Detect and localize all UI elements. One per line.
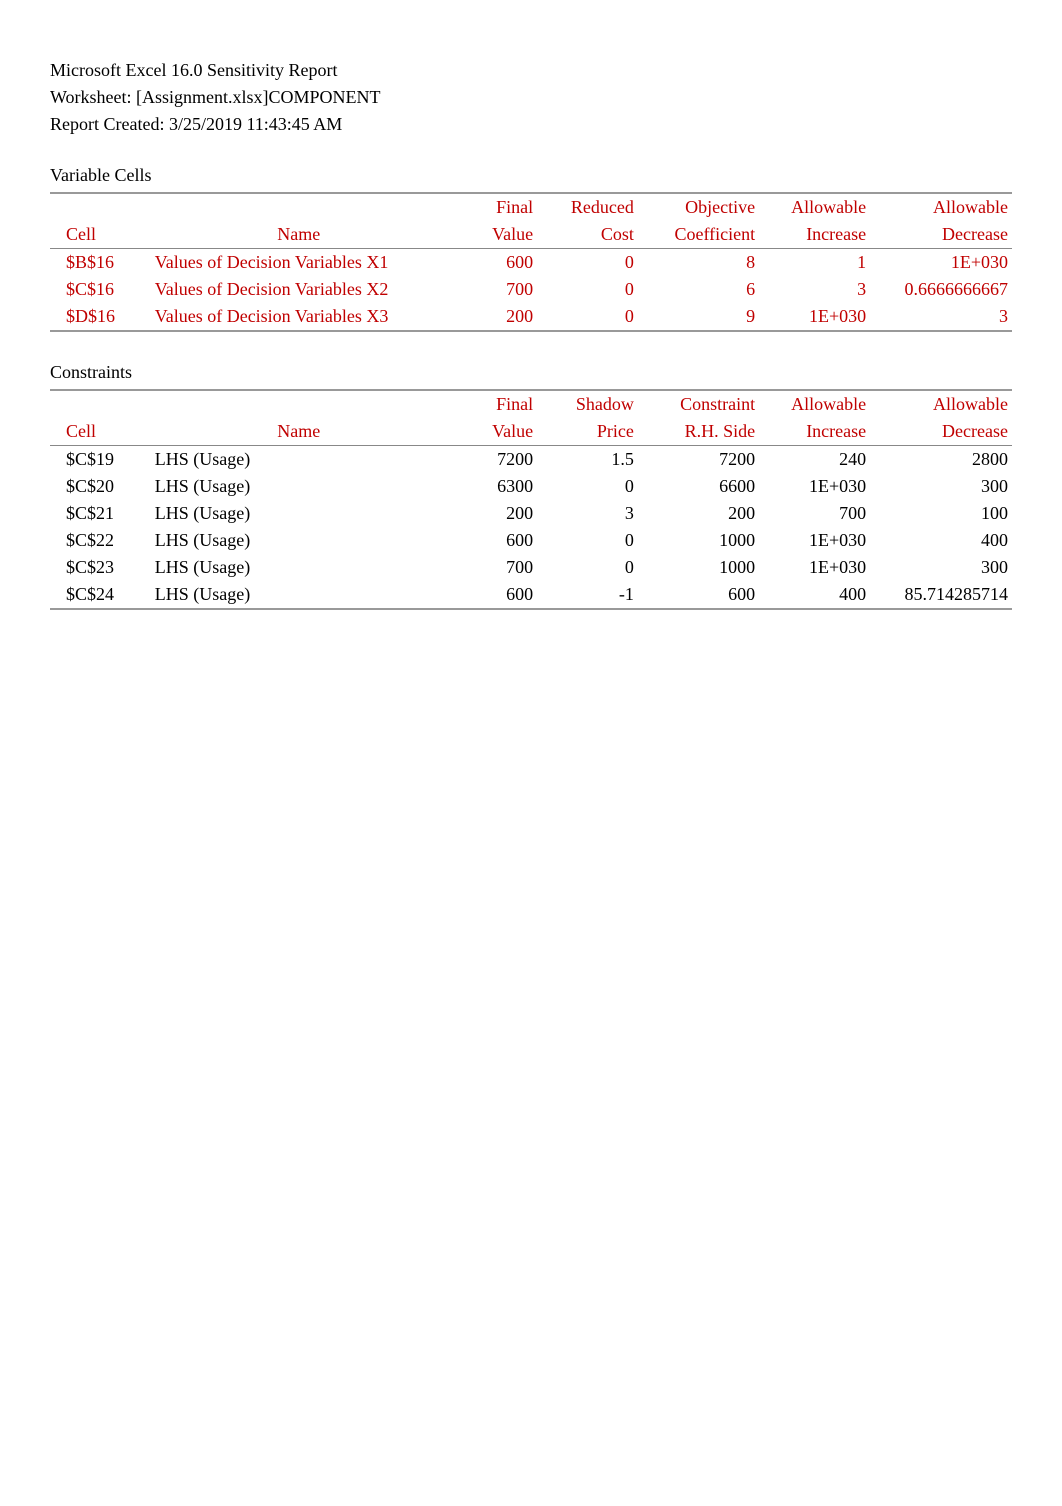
report-created: Report Created: 3/25/2019 11:43:45 AM [50,114,1012,135]
c-inc: 700 [759,500,870,527]
variable-cells-table: Final Reduced Objective Allowable Allowa… [50,192,1012,332]
c-cell: $C$24 [50,581,151,609]
c-rhs: 600 [638,581,759,609]
c-head-shadow: Shadow [537,390,638,418]
vc-inc: 3 [759,276,870,303]
c-inc: 240 [759,446,870,474]
vc-dec: 0.6666666667 [870,276,1012,303]
vc-reduced: 0 [537,303,638,331]
c-final: 600 [447,581,537,609]
vc-final: 600 [447,249,537,277]
c-dec: 100 [870,500,1012,527]
c-cell: $C$23 [50,554,151,581]
c-name: LHS (Usage) [151,473,447,500]
vc-head-value: Value [447,221,537,249]
vc-head-final: Final [447,193,537,221]
vc-cell: $B$16 [50,249,151,277]
c-cell: $C$21 [50,500,151,527]
vc-head-cell: Cell [50,221,151,249]
c-cell: $C$20 [50,473,151,500]
c-inc: 400 [759,581,870,609]
c-rhs: 1000 [638,554,759,581]
vc-obj: 6 [638,276,759,303]
worksheet-name: Worksheet: [Assignment.xlsx]COMPONENT [50,87,1012,108]
c-head-cell: Cell [50,418,151,446]
c-inc: 1E+030 [759,473,870,500]
c-name: LHS (Usage) [151,581,447,609]
vc-cell: $D$16 [50,303,151,331]
c-cell: $C$19 [50,446,151,474]
c-dec: 300 [870,473,1012,500]
c-shadow: 0 [537,554,638,581]
c-inc: 1E+030 [759,527,870,554]
vc-name: Values of Decision Variables X3 [151,303,447,331]
c-name: LHS (Usage) [151,527,447,554]
c-shadow: 3 [537,500,638,527]
constraints-title: Constraints [50,362,1012,383]
c-name: LHS (Usage) [151,446,447,474]
c-shadow: 0 [537,527,638,554]
vc-final: 700 [447,276,537,303]
vc-inc: 1 [759,249,870,277]
vc-head-name: Name [151,221,447,249]
c-head-decrease: Decrease [870,418,1012,446]
vc-head-reduced: Reduced [537,193,638,221]
c-final: 600 [447,527,537,554]
report-title: Microsoft Excel 16.0 Sensitivity Report [50,60,1012,81]
c-final: 700 [447,554,537,581]
c-rhs: 7200 [638,446,759,474]
c-head-constraint: Constraint [638,390,759,418]
c-name: LHS (Usage) [151,500,447,527]
c-dec: 85.714285714 [870,581,1012,609]
vc-obj: 8 [638,249,759,277]
vc-head-objective: Objective [638,193,759,221]
vc-dec: 3 [870,303,1012,331]
c-shadow: 0 [537,473,638,500]
c-rhs: 1000 [638,527,759,554]
vc-head-decrease: Decrease [870,221,1012,249]
vc-head-allowable-inc: Allowable [759,193,870,221]
vc-cell: $C$16 [50,276,151,303]
c-inc: 1E+030 [759,554,870,581]
c-dec: 300 [870,554,1012,581]
c-rhs: 200 [638,500,759,527]
constraints-table: Final Shadow Constraint Allowable Allowa… [50,389,1012,610]
c-head-allowable-dec: Allowable [870,390,1012,418]
vc-reduced: 0 [537,276,638,303]
c-head-rhs: R.H. Side [638,418,759,446]
c-head-final: Final [447,390,537,418]
c-dec: 400 [870,527,1012,554]
vc-head-increase: Increase [759,221,870,249]
c-dec: 2800 [870,446,1012,474]
vc-inc: 1E+030 [759,303,870,331]
vc-head-coeff: Coefficient [638,221,759,249]
c-shadow: -1 [537,581,638,609]
c-head-value: Value [447,418,537,446]
vc-head-cost: Cost [537,221,638,249]
vc-dec: 1E+030 [870,249,1012,277]
c-name: LHS (Usage) [151,554,447,581]
c-final: 200 [447,500,537,527]
c-rhs: 6600 [638,473,759,500]
vc-head-allowable-dec: Allowable [870,193,1012,221]
c-head-allowable-inc: Allowable [759,390,870,418]
vc-name: Values of Decision Variables X2 [151,276,447,303]
c-head-price: Price [537,418,638,446]
vc-final: 200 [447,303,537,331]
c-final: 6300 [447,473,537,500]
variable-cells-title: Variable Cells [50,165,1012,186]
vc-name: Values of Decision Variables X1 [151,249,447,277]
vc-reduced: 0 [537,249,638,277]
vc-obj: 9 [638,303,759,331]
c-head-increase: Increase [759,418,870,446]
c-shadow: 1.5 [537,446,638,474]
c-final: 7200 [447,446,537,474]
c-cell: $C$22 [50,527,151,554]
c-head-name: Name [151,418,447,446]
